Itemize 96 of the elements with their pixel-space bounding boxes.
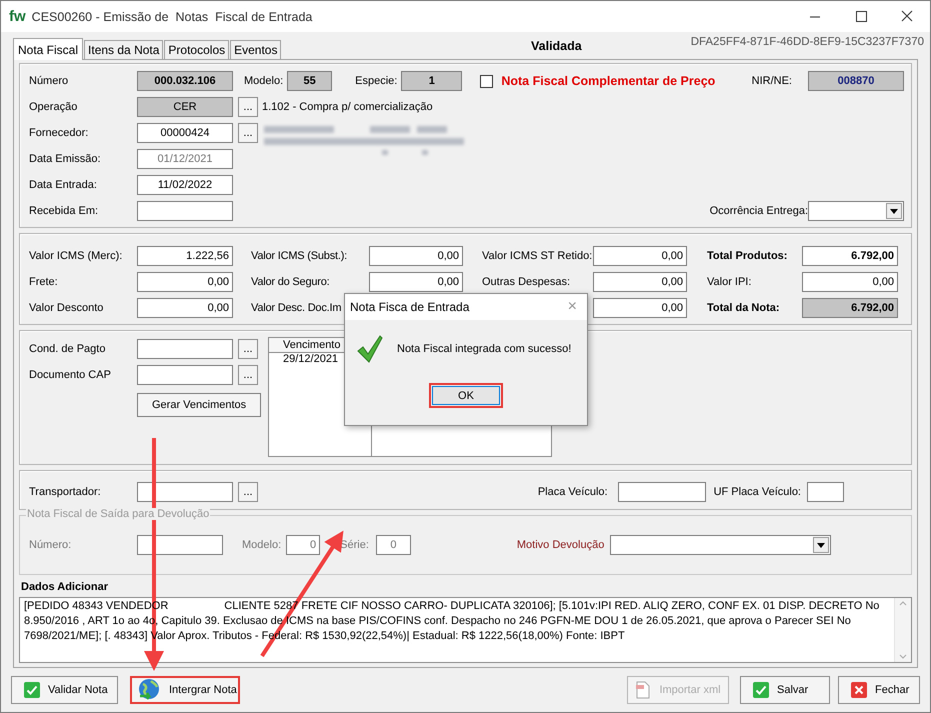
input-field[interactable]	[807, 482, 844, 502]
dropdown[interactable]	[808, 201, 904, 221]
ok-button[interactable]: OK	[432, 386, 500, 405]
field-label: Transportador:	[29, 486, 101, 498]
field-label: Valor Desc. Doc.Im	[251, 302, 342, 314]
input-field[interactable]: 0	[286, 535, 320, 555]
field-label: Número	[29, 75, 68, 87]
text-area[interactable]	[19, 597, 912, 663]
field-label: Valor do Seguro:	[251, 276, 330, 288]
field-label: Número:	[29, 539, 72, 551]
tab[interactable]: Itens da Nota	[84, 40, 164, 59]
input-field[interactable]: 0	[376, 535, 411, 555]
input-field[interactable]: 6.792,00	[802, 298, 898, 318]
input-field[interactable]: 0,00	[593, 298, 687, 318]
dropdown[interactable]	[610, 535, 832, 555]
input-field[interactable]: 0,00	[369, 272, 463, 292]
browse-button[interactable]: ...	[238, 482, 258, 502]
checkmark-icon	[357, 335, 383, 363]
field-label: Cond. de Pagto	[29, 343, 106, 355]
field-label: Modelo:	[242, 539, 282, 551]
globe-icon	[137, 678, 161, 702]
input-field[interactable]: 01/12/2021	[137, 149, 233, 169]
app-logo: fw	[9, 8, 26, 25]
input-field[interactable]	[137, 535, 223, 555]
field-label: Valor ICMS (Subst.):	[251, 250, 348, 262]
input-field[interactable]: 1	[401, 71, 462, 91]
input-field[interactable]: 1.222,56	[137, 246, 233, 266]
save-button[interactable]: Salvar	[740, 676, 830, 704]
operation-description: 1.102 - Compra p/ comercialização	[262, 101, 433, 113]
document-icon	[635, 681, 652, 699]
close-button[interactable]: Fechar	[838, 676, 920, 704]
tab[interactable]: Protocolos	[164, 40, 230, 59]
field-label: Motivo Devolução	[516, 539, 604, 551]
field-label: Fornecedor:	[29, 127, 88, 139]
input-field[interactable]: 000.032.106	[137, 71, 233, 91]
input-field[interactable]: 0,00	[137, 298, 233, 318]
input-field[interactable]	[137, 201, 233, 221]
window-title: CES00260 - Emissão de Notas Fiscal de Entrada	[32, 10, 312, 24]
input-field[interactable]: 6.792,00	[802, 246, 898, 266]
dialog-message: Nota Fiscal integrada com sucesso!	[397, 343, 572, 355]
input-field[interactable]: 55	[287, 71, 332, 91]
caret-icon	[890, 208, 898, 214]
checkbox[interactable]	[480, 74, 494, 88]
field-label: Data Entrada:	[29, 179, 97, 191]
check-icon	[753, 682, 769, 698]
input-field[interactable]: 0,00	[369, 246, 463, 266]
status-text: Validada	[531, 39, 582, 53]
integrate-button[interactable]: Intergrar Nota	[130, 676, 240, 704]
field-label: Documento CAP	[29, 369, 111, 381]
field-label: Outras Despesas:	[482, 276, 570, 288]
tab[interactable]: Eventos	[230, 40, 282, 59]
field-label: Modelo:	[244, 75, 284, 87]
column-header: Vencimento	[283, 339, 340, 351]
input-field[interactable]: 0,00	[137, 272, 233, 292]
tab[interactable]: Nota Fiscal	[13, 38, 84, 60]
field-label: Data Emissão:	[29, 153, 101, 165]
field-label: Especie:	[355, 75, 398, 87]
document-id: DFA25FF4-871F-46DD-8EF9-15C3237F7370	[690, 36, 924, 48]
field-label: Ocorrência Entrega:	[710, 205, 808, 217]
checkbox-label: Nota Fiscal Complementar de Preço	[501, 74, 716, 88]
input-field[interactable]: 008870	[808, 71, 904, 91]
close-icon	[851, 682, 867, 698]
section-label: Dados Adicionar	[21, 580, 109, 594]
browse-button[interactable]: ...	[238, 339, 258, 359]
input-field[interactable]: 0,00	[802, 272, 898, 292]
input-field[interactable]	[618, 482, 706, 502]
list-item[interactable]: 29/12/2021	[283, 353, 338, 365]
field-label: Valor IPI:	[707, 276, 752, 288]
input-field[interactable]: 0,00	[593, 246, 687, 266]
field-label: Total da Nota:	[707, 302, 780, 314]
field-label: UF Placa Veículo:	[714, 486, 801, 498]
input-field[interactable]: CER	[137, 97, 233, 117]
field-label: Valor ICMS (Merc):	[29, 250, 122, 262]
generate-button[interactable]: Gerar Vencimentos	[137, 393, 262, 417]
browse-button[interactable]: ...	[238, 365, 258, 385]
validate-button[interactable]: Validar Nota	[11, 676, 118, 704]
field-label: Frete:	[29, 276, 58, 288]
dialog-title: Nota Fisca de Entrada	[350, 300, 470, 314]
input-field[interactable]	[137, 339, 233, 359]
check-icon	[24, 682, 40, 698]
input-field[interactable]	[137, 365, 233, 385]
field-label: NIR/NE:	[752, 75, 792, 87]
field-label: Total Produtos:	[707, 250, 788, 262]
caret-icon	[817, 542, 826, 548]
field-label: Recebida Em:	[29, 205, 98, 217]
input-field[interactable]: 0,00	[593, 272, 687, 292]
browse-button[interactable]: ...	[238, 123, 258, 143]
field-label: Operação	[29, 101, 78, 113]
input-field[interactable]: 11/02/2022	[137, 175, 233, 195]
field-label: Valor Desconto	[29, 302, 104, 314]
section-legend: Nota Fiscal de Saída para Devolução	[26, 508, 210, 520]
browse-button[interactable]: ...	[238, 97, 258, 117]
input-field[interactable]: 00000424	[137, 123, 233, 143]
field-label: Placa Veículo:	[538, 486, 608, 498]
field-label: Valor ICMS ST Retido:	[482, 250, 592, 262]
input-field[interactable]	[137, 482, 233, 502]
